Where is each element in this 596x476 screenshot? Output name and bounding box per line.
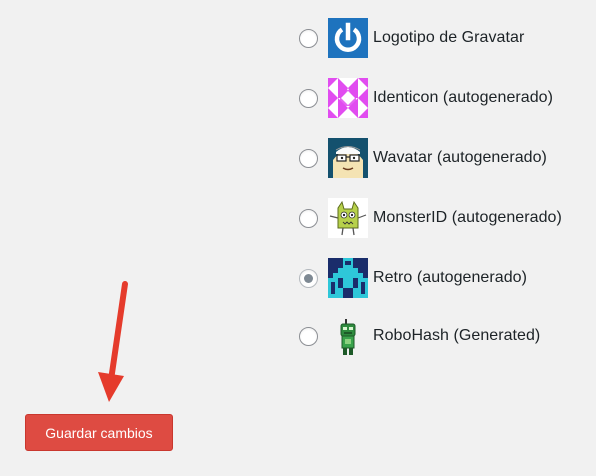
avatar-label-retro: Retro (autogenerado): [373, 269, 527, 286]
avatar-option-retro[interactable]: Retro (autogenerado): [299, 258, 596, 298]
avatar-label-wavatar: Wavatar (autogenerado): [373, 149, 547, 166]
gravatar-logo-icon: [328, 18, 368, 58]
avatar-label-identicon: Identicon (autogenerado): [373, 89, 553, 106]
radio-retro[interactable]: [299, 268, 318, 288]
avatar-option-robohash[interactable]: RoboHash (Generated): [299, 316, 596, 356]
radio-gravatar[interactable]: [299, 28, 318, 48]
radio-wavatar[interactable]: [299, 148, 318, 168]
identicon-icon: [328, 78, 368, 118]
avatar-option-wavatar[interactable]: Wavatar (autogenerado): [299, 138, 596, 178]
wavatar-icon: [328, 138, 368, 178]
avatar-option-monsterid[interactable]: MonsterID (autogenerado): [299, 198, 596, 238]
avatar-option-identicon[interactable]: Identicon (autogenerado): [299, 78, 596, 118]
radio-monsterid[interactable]: [299, 208, 318, 228]
avatar-option-gravatar[interactable]: Logotipo de Gravatar: [299, 18, 596, 58]
robohash-icon: [328, 316, 368, 356]
avatar-label-robohash: RoboHash (Generated): [373, 327, 541, 344]
retro-icon: [328, 258, 368, 298]
avatar-label-monsterid: MonsterID (autogenerado): [373, 209, 562, 226]
radio-robohash[interactable]: [299, 326, 318, 346]
monsterid-icon: [328, 198, 368, 238]
radio-identicon[interactable]: [299, 88, 318, 108]
annotation-arrow-icon: [98, 281, 128, 402]
save-changes-button[interactable]: Guardar cambios: [25, 414, 173, 451]
avatar-label-gravatar: Logotipo de Gravatar: [373, 29, 525, 46]
